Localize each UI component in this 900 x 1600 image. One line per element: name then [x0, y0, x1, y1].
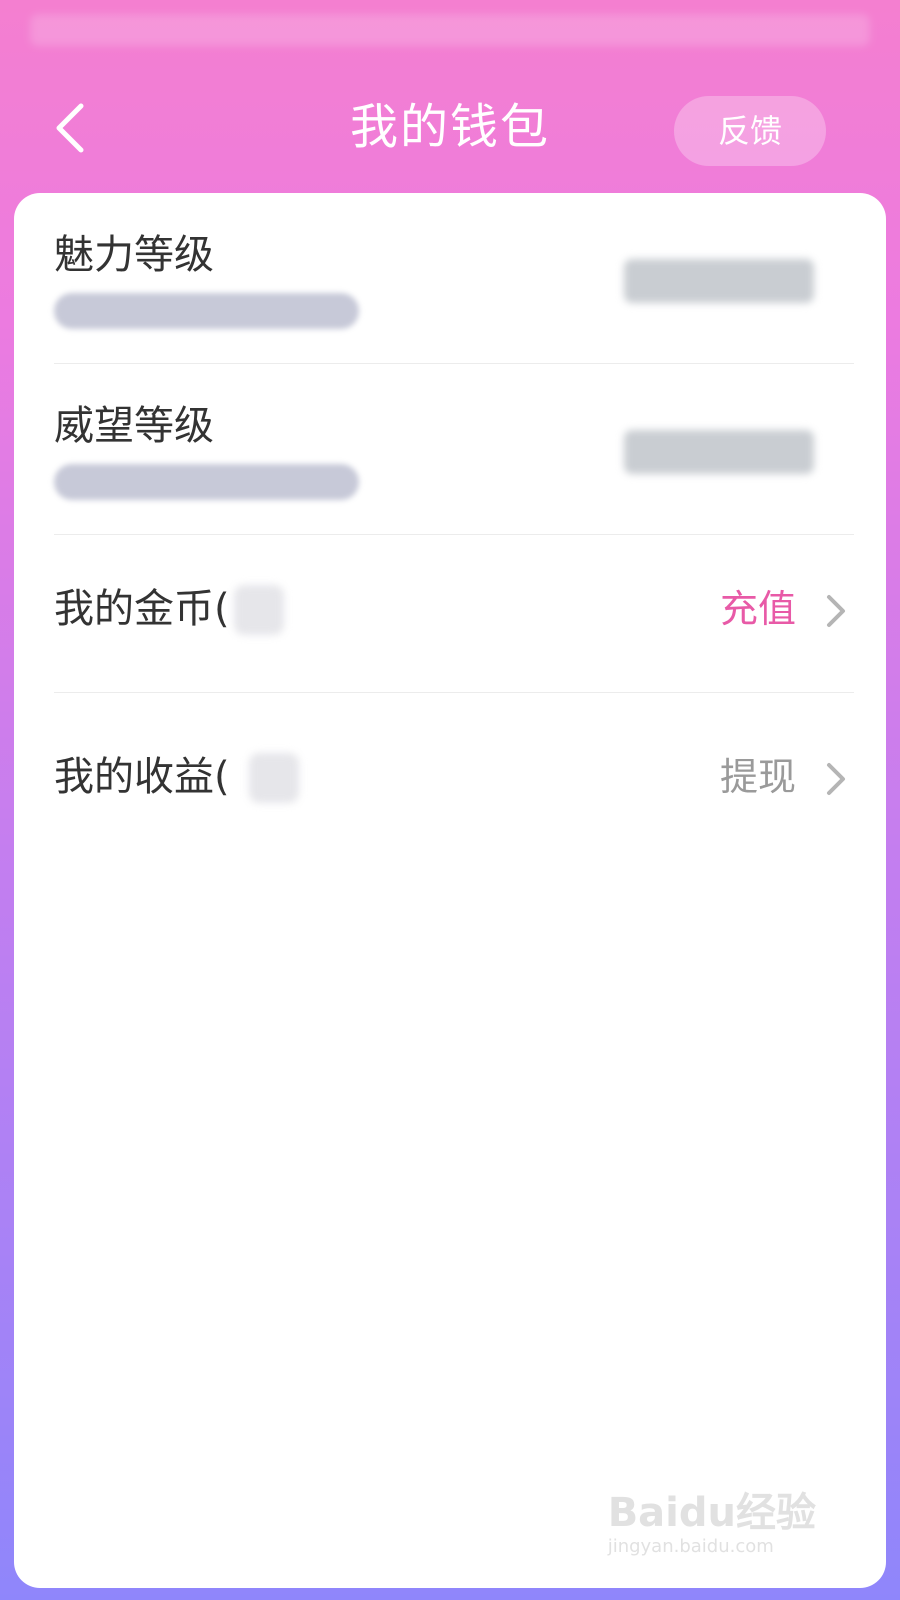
wallet-card: 魅力等级 威望等级 我的金币( 充值 我的收益( 提现 Baidu经验 jing…	[14, 193, 886, 1588]
prestige-level-label: 威望等级	[54, 403, 214, 449]
charm-level-label: 魅力等级	[54, 232, 214, 278]
earnings-amount-redacted	[249, 753, 299, 803]
prestige-level-row[interactable]: 威望等级	[54, 364, 854, 535]
my-coins-row[interactable]: 我的金币( 充值	[54, 525, 854, 693]
recharge-button[interactable]: 充值	[720, 581, 796, 637]
watermark-url: jingyan.baidu.com	[607, 1536, 774, 1557]
nav-bar: 我的钱包 反馈	[0, 70, 900, 190]
charm-level-progress-redacted	[54, 293, 359, 329]
my-earnings-row[interactable]: 我的收益( 提现	[54, 693, 854, 861]
chevron-right-icon[interactable]	[824, 593, 848, 629]
prestige-level-value-redacted	[624, 430, 814, 474]
status-bar-redacted	[30, 14, 870, 46]
charm-level-row[interactable]: 魅力等级	[54, 193, 854, 364]
charm-level-value-redacted	[624, 259, 814, 303]
my-coins-label: 我的金币(	[54, 586, 230, 632]
withdraw-button[interactable]: 提现	[720, 749, 796, 805]
feedback-button[interactable]: 反馈	[674, 96, 826, 166]
coins-amount-redacted	[234, 585, 284, 635]
chevron-right-icon[interactable]	[824, 761, 848, 797]
watermark-logo: Baidu经验	[607, 1490, 816, 1536]
baidu-jingyan-watermark: Baidu经验 jingyan.baidu.com	[608, 1490, 816, 1558]
my-earnings-label: 我的收益(	[54, 754, 230, 800]
prestige-level-progress-redacted	[54, 464, 359, 500]
status-bar	[0, 0, 900, 60]
